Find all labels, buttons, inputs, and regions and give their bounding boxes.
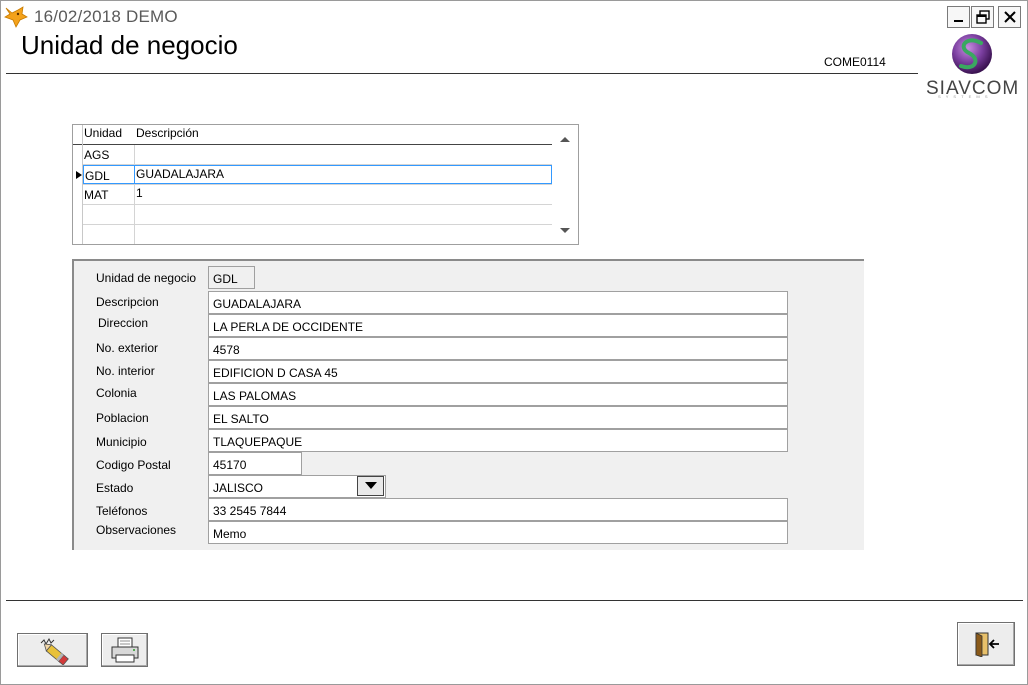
no-exterior-field[interactable]: 4578 <box>208 337 788 360</box>
grid-cell-descripcion[interactable] <box>135 145 552 164</box>
grid-row-selector <box>73 125 83 244</box>
footer-divider <box>6 600 1023 601</box>
exit-button[interactable] <box>957 622 1015 666</box>
codigo-postal-label: Codigo Postal <box>96 458 171 472</box>
poblacion-field[interactable]: EL SALTO <box>208 406 788 429</box>
observaciones-label: Observaciones <box>96 523 177 537</box>
grid-cell-unidad[interactable]: AGS <box>83 145 135 164</box>
grid-cell-descripcion[interactable]: GUADALAJARA <box>135 165 552 184</box>
no-interior-field[interactable]: EDIFICION D CASA 45 <box>208 360 788 383</box>
grid-column-descripcion[interactable]: Descripción <box>136 126 199 140</box>
direccion-field[interactable]: LA PERLA DE OCCIDENTE <box>208 314 788 337</box>
table-row[interactable]: MAT 1 <box>83 185 552 205</box>
table-row-current[interactable]: GDL GUADALAJARA <box>83 165 552 185</box>
table-row[interactable] <box>83 225 552 245</box>
grid-cell-unidad[interactable]: GDL <box>83 165 135 184</box>
print-button[interactable] <box>101 633 148 667</box>
no-exterior-label: No. exterior <box>96 341 159 355</box>
printer-icon <box>111 637 138 663</box>
grid-cell-unidad[interactable] <box>83 205 135 224</box>
telefonos-label: Teléfonos <box>96 504 148 518</box>
table-row[interactable]: AGS <box>83 145 552 165</box>
table-row[interactable] <box>83 205 552 225</box>
estado-label: Estado <box>96 481 134 495</box>
unidad-field[interactable]: GDL <box>208 266 255 289</box>
colonia-label: Colonia <box>96 386 137 400</box>
current-row-arrow-icon <box>76 171 82 179</box>
telefonos-field[interactable]: 33 2545 7844 <box>208 498 788 521</box>
codigo-postal-field[interactable]: 45170 <box>208 452 302 475</box>
municipio-field[interactable]: TLAQUEPAQUE <box>208 429 788 452</box>
colonia-field[interactable]: LAS PALOMAS <box>208 383 788 406</box>
unidad-label: Unidad de negocio <box>96 271 197 285</box>
grid-cell-unidad[interactable]: MAT <box>83 185 135 204</box>
close-icon <box>1003 11 1016 23</box>
logo-subtext: S Y S T E M S <box>938 94 990 99</box>
no-interior-label: No. interior <box>96 364 155 378</box>
scroll-down-icon[interactable] <box>559 227 571 235</box>
restore-button[interactable] <box>971 6 994 28</box>
grid-cell-unidad[interactable] <box>83 225 135 244</box>
estado-dropdown-button[interactable] <box>357 476 384 496</box>
direccion-label: Direccion <box>98 316 149 330</box>
form-code: COME0114 <box>824 55 886 69</box>
app-fox-icon <box>4 6 28 28</box>
grid-cell-descripcion[interactable]: 1 <box>135 185 552 204</box>
page-title: Unidad de negocio <box>21 30 238 60</box>
grid-cell-descripcion[interactable] <box>135 225 552 244</box>
grid-vertical-scrollbar[interactable] <box>552 125 578 244</box>
descripcion-label: Descripcion <box>96 295 159 309</box>
exit-door-icon <box>975 632 999 657</box>
app-window: 16/02/2018 DEMO Unidad de negocio COME01… <box>0 0 1028 685</box>
close-button[interactable] <box>998 6 1021 28</box>
municipio-label: Municipio <box>96 435 147 449</box>
poblacion-label: Poblacion <box>96 411 149 425</box>
window-title: 16/02/2018 DEMO <box>34 7 178 26</box>
pencil-eraser-icon <box>40 637 69 665</box>
business-unit-grid[interactable]: Unidad Descripción AGS GDL GUADALAJARA M… <box>72 124 579 245</box>
edit-button[interactable] <box>17 633 88 667</box>
restore-icon <box>975 10 990 24</box>
header-divider <box>6 73 918 74</box>
grid-column-unidad[interactable]: Unidad <box>84 126 122 140</box>
grid-cell-descripcion[interactable] <box>135 205 552 224</box>
title-bar: 16/02/2018 DEMO <box>1 1 1027 31</box>
descripcion-field[interactable]: GUADALAJARA <box>208 291 788 314</box>
grid-header: Unidad Descripción <box>73 125 552 145</box>
observaciones-field[interactable]: Memo <box>208 521 788 544</box>
minimize-button[interactable] <box>947 6 970 28</box>
scroll-up-icon[interactable] <box>559 135 571 143</box>
chevron-down-icon <box>364 482 377 489</box>
minimize-icon <box>953 20 963 22</box>
